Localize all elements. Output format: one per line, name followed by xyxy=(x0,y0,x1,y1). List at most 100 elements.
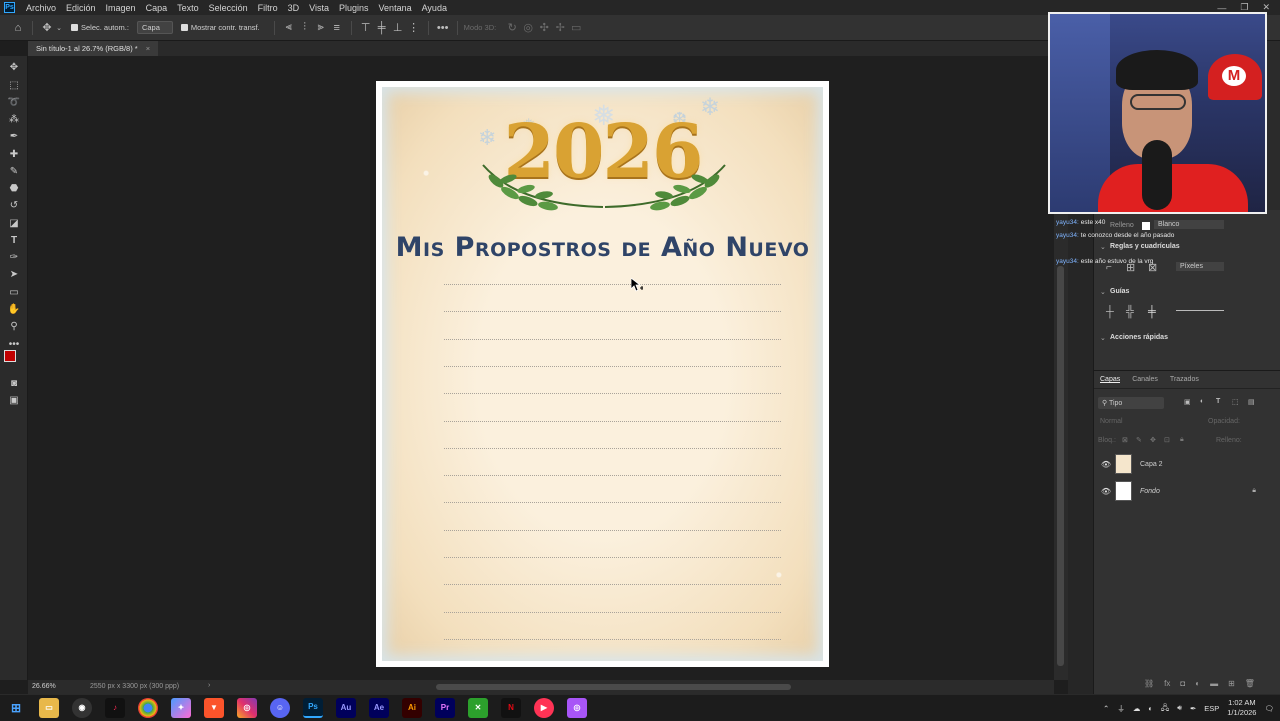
lock-all-icon[interactable]: 🔒︎ xyxy=(1180,436,1184,444)
distribute-icon[interactable]: ≡ xyxy=(329,20,345,36)
app-tray-icon[interactable]: ◐ xyxy=(1148,704,1153,713)
menu-filtro[interactable]: Filtro xyxy=(253,3,283,13)
tiktok-icon[interactable]: ♪ xyxy=(105,697,125,718)
orbit-3d-icon[interactable]: ↻ xyxy=(504,20,520,36)
volume-icon[interactable]: 🔊︎ xyxy=(1177,703,1182,713)
brave-icon[interactable]: ▼ xyxy=(204,697,224,718)
pen-tool-icon[interactable]: ✑ xyxy=(6,250,22,264)
auto-select-dropdown[interactable]: Capa xyxy=(136,21,173,34)
illustrator-icon[interactable]: Ai xyxy=(402,697,422,718)
guides-layout-icon[interactable]: ╬ xyxy=(1126,306,1134,318)
new-group-icon[interactable]: ▬ xyxy=(1210,679,1218,688)
netflix-icon[interactable]: N xyxy=(501,697,521,718)
obs-icon[interactable]: ◉ xyxy=(72,697,92,718)
discord-icon[interactable]: ☺ xyxy=(270,697,290,718)
file-explorer-icon[interactable]: ▭ xyxy=(39,697,59,718)
document-canvas[interactable]: ❄ ❅ ❆ ❄ ❅ 2026 Mis Propostros de Año Nue… xyxy=(376,81,829,667)
magic-wand-tool-icon[interactable]: ⁂ xyxy=(6,112,22,126)
premiere-icon[interactable]: Pr xyxy=(435,697,455,718)
lasso-tool-icon[interactable]: ➰ xyxy=(6,95,22,109)
copilot-icon[interactable]: ✦ xyxy=(171,697,191,718)
layer-row[interactable]: 👁︎ Capa 2 xyxy=(1094,451,1280,477)
menu-seleccion[interactable]: Selección xyxy=(204,3,253,13)
adjustment-filter-icon[interactable]: ◐ xyxy=(1200,398,1204,405)
distribute-vertical-icon[interactable]: ⋮ xyxy=(406,20,422,36)
align-right-icon[interactable]: ⫸ xyxy=(313,20,329,36)
lock-transparent-icon[interactable]: ⊠ xyxy=(1122,436,1128,444)
shape-filter-icon[interactable]: ⬚ xyxy=(1232,398,1239,406)
marquee-tool-icon[interactable]: ⬚ xyxy=(6,78,22,92)
menu-plugins[interactable]: Plugins xyxy=(334,3,374,13)
pen-icon[interactable]: ✒ xyxy=(1190,704,1196,713)
auto-select-checkbox[interactable]: Selec. autom.: xyxy=(71,23,129,32)
language-indicator[interactable]: ESP xyxy=(1204,704,1219,713)
type-filter-icon[interactable]: T xyxy=(1216,398,1220,405)
eraser-tool-icon[interactable]: ◪ xyxy=(6,216,22,230)
layer-name[interactable]: Capa 2 xyxy=(1140,461,1163,468)
history-brush-tool-icon[interactable]: ↺ xyxy=(6,198,22,212)
align-center-icon[interactable]: ⫶ xyxy=(297,20,313,36)
healing-brush-tool-icon[interactable]: ✚ xyxy=(6,147,22,161)
menu-ayuda[interactable]: Ayuda xyxy=(417,3,452,13)
document-tab[interactable]: Sin título-1 al 26.7% (RGB/8) * × xyxy=(28,41,159,56)
canvas-area[interactable]: ❄ ❅ ❆ ❄ ❅ 2026 Mis Propostros de Año Nue… xyxy=(28,56,1054,680)
hand-tool-icon[interactable]: ✋ xyxy=(6,302,22,316)
audition-icon[interactable]: Au xyxy=(336,697,356,718)
layer-row[interactable]: 👁︎ Fondo 🔒︎ xyxy=(1094,478,1280,504)
instagram-alt-icon[interactable]: ◎ xyxy=(567,697,587,718)
minimize-icon[interactable]: — xyxy=(1217,3,1226,13)
guide-style-dropdown[interactable] xyxy=(1176,310,1224,311)
menu-texto[interactable]: Texto xyxy=(172,3,204,13)
screen-mode-icon[interactable]: ▣ xyxy=(6,393,22,407)
quick-mask-icon[interactable]: ◙ xyxy=(6,376,22,390)
tab-capas[interactable]: Capas xyxy=(1100,376,1121,383)
excel-icon[interactable]: ✕ xyxy=(468,697,488,718)
media-player-icon[interactable]: ▶ xyxy=(534,697,554,718)
roll-3d-icon[interactable]: ◎ xyxy=(520,20,536,36)
eyedropper-tool-icon[interactable]: ✒ xyxy=(6,129,22,143)
chevron-down-icon[interactable]: ⌄ xyxy=(55,20,63,36)
align-left-icon[interactable]: ⫷ xyxy=(281,20,297,36)
link-layers-icon[interactable]: ⛓ xyxy=(1144,679,1154,688)
tab-trazados[interactable]: Trazados xyxy=(1170,376,1199,383)
cloud-icon[interactable]: ☁ xyxy=(1133,704,1141,713)
guides-icon[interactable]: ┼ xyxy=(1106,306,1114,318)
eye-icon[interactable]: 👁︎ xyxy=(1100,487,1112,496)
collapse-chevron-icon[interactable]: ⌄ xyxy=(1100,288,1106,296)
type-tool-icon[interactable]: T xyxy=(6,233,22,247)
new-layer-icon[interactable]: ⊞ xyxy=(1228,679,1235,688)
menu-archivo[interactable]: Archivo xyxy=(21,3,61,13)
layer-name[interactable]: Fondo xyxy=(1140,488,1160,495)
lock-artboard-icon[interactable]: ⊡ xyxy=(1164,436,1170,444)
show-transform-checkbox[interactable]: Mostrar contr. transf. xyxy=(180,23,260,32)
vertical-scrollbar[interactable] xyxy=(1057,266,1064,666)
tab-canales[interactable]: Canales xyxy=(1132,376,1158,383)
zoom-tool-icon[interactable]: ⚲ xyxy=(6,319,22,333)
usb-icon[interactable]: ⏚ xyxy=(1117,703,1125,714)
more-options-icon[interactable]: ••• xyxy=(435,20,451,36)
pan-3d-icon[interactable]: ✣ xyxy=(536,20,552,36)
foreground-color-swatch[interactable] xyxy=(4,350,16,362)
instagram-icon[interactable]: ◎ xyxy=(237,697,257,718)
video-3d-icon[interactable]: ▭ xyxy=(568,20,584,36)
menu-vista[interactable]: Vista xyxy=(304,3,334,13)
smart-guides-icon[interactable]: ╪ xyxy=(1148,306,1156,318)
notification-icon[interactable]: 🗨︎ xyxy=(1264,704,1274,713)
align-middle-icon[interactable]: ╪ xyxy=(374,20,390,36)
add-mask-icon[interactable]: ◘ xyxy=(1180,679,1185,688)
menu-imagen[interactable]: Imagen xyxy=(101,3,141,13)
collapse-chevron-icon[interactable]: ⌄ xyxy=(1100,334,1106,342)
menu-ventana[interactable]: Ventana xyxy=(374,3,417,13)
clone-stamp-tool-icon[interactable]: ⬣ xyxy=(6,181,22,195)
horizontal-scrollbar[interactable] xyxy=(436,684,791,690)
rectangle-tool-icon[interactable]: ▭ xyxy=(6,285,22,299)
clock[interactable]: 1:02 AM 1/1/2026 xyxy=(1227,698,1256,718)
lock-pixels-icon[interactable]: ✎ xyxy=(1136,436,1142,444)
photoshop-taskbar-icon[interactable]: Ps xyxy=(303,697,323,718)
more-tools-icon[interactable]: ••• xyxy=(6,337,22,351)
menu-capa[interactable]: Capa xyxy=(141,3,173,13)
network-icon[interactable]: 🖧︎ xyxy=(1161,702,1169,715)
eye-icon[interactable]: 👁︎ xyxy=(1100,460,1112,469)
windows-start-icon[interactable]: ⊞ xyxy=(6,698,26,718)
chrome-icon[interactable] xyxy=(138,697,158,718)
